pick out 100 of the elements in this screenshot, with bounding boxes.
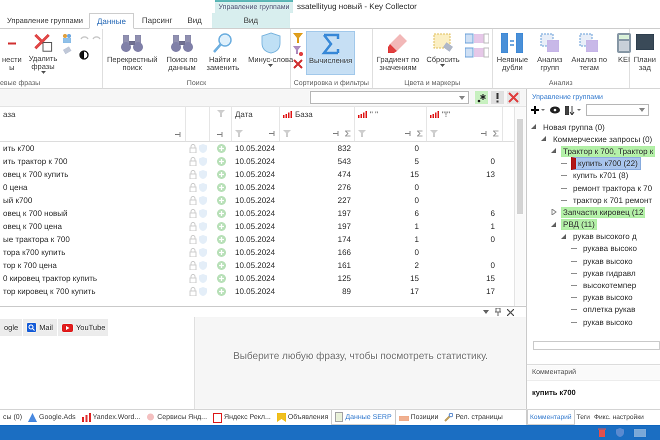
- caret-icon: [639, 108, 645, 112]
- people-icon[interactable]: [62, 33, 72, 43]
- pin-icon[interactable]: [481, 131, 488, 136]
- pin-icon[interactable]: [405, 131, 412, 136]
- collapse-arrow-icon[interactable]: [551, 222, 557, 228]
- filter-combobox[interactable]: [310, 91, 469, 104]
- expand-arrow-icon[interactable]: [551, 209, 557, 216]
- shield-icon[interactable]: [616, 428, 624, 437]
- column-header[interactable]: Дата: [235, 110, 253, 119]
- phrase-cell-text: 0 цена: [2, 183, 28, 192]
- lock-icon[interactable]: [189, 248, 197, 257]
- column-header[interactable]: аза: [3, 110, 16, 119]
- phrase-cell-text: ить к700: [2, 144, 36, 153]
- tree-item[interactable]: ремонт трактора к 70: [571, 182, 654, 194]
- ribbon-tab[interactable]: Вид: [212, 13, 290, 28]
- number-cell-text: 227: [336, 196, 352, 205]
- tree-item[interactable]: рукав высоко: [581, 256, 635, 267]
- date-cell-text: 10.05.2024: [234, 235, 276, 244]
- add-icon[interactable]: [531, 106, 545, 114]
- sort-icon[interactable]: [565, 106, 581, 114]
- number-cell-text: 6: [490, 209, 496, 218]
- tree-item[interactable]: рукава высоко: [581, 243, 639, 254]
- collapse-arrow-icon[interactable]: [531, 124, 537, 130]
- ribbon-tab[interactable]: Данные: [89, 13, 134, 29]
- number-cell-text: 0: [414, 248, 420, 257]
- filter-icon[interactable]: [293, 46, 303, 56]
- lock-icon[interactable]: [189, 144, 197, 153]
- phrase-cell-text: тор кировец к 700 купить: [2, 287, 96, 296]
- date-cell-text: 10.05.2024: [234, 144, 276, 153]
- tree-item[interactable]: рукав высоко: [581, 316, 635, 328]
- squares-icon: [578, 32, 600, 54]
- tree-item[interactable]: купить к700 (22): [571, 157, 641, 170]
- tree-item[interactable]: Новая группа (0): [541, 122, 607, 133]
- lock-icon[interactable]: [189, 235, 197, 244]
- tree-item[interactable]: Коммерческие запросы (0): [551, 134, 654, 145]
- dropdown-icon[interactable]: [483, 310, 489, 314]
- lock-icon[interactable]: [189, 196, 197, 205]
- tree-item[interactable]: РВД (11): [561, 219, 597, 230]
- lock-icon[interactable]: [189, 261, 197, 270]
- number-cell-text: 1: [490, 222, 496, 231]
- number-cell-text: 13: [485, 170, 496, 179]
- close-icon[interactable]: [293, 59, 303, 69]
- regex-button[interactable]: [475, 91, 488, 104]
- pin-icon[interactable]: [495, 308, 501, 316]
- sigma-icon[interactable]: [417, 130, 423, 137]
- tree-item[interactable]: трактор к 701 ремонт: [571, 194, 654, 206]
- lock-icon[interactable]: [189, 222, 197, 231]
- pin-icon[interactable]: [175, 132, 182, 137]
- group-combobox[interactable]: [586, 104, 649, 116]
- date-cell-text: 10.05.2024: [234, 274, 276, 283]
- tree-item[interactable]: Запчасти кировец (12: [561, 206, 646, 218]
- marker-icon: [386, 32, 410, 54]
- pin-icon[interactable]: [217, 132, 224, 137]
- color-picker-icon[interactable]: [464, 47, 489, 58]
- pin-icon[interactable]: [333, 131, 340, 136]
- lock-icon[interactable]: [189, 157, 197, 166]
- filter-icon[interactable]: [293, 33, 303, 43]
- horizontal-scrollbar[interactable]: [533, 341, 660, 350]
- page-icon: [335, 412, 344, 422]
- lock-icon[interactable]: [189, 274, 197, 283]
- tree-item[interactable]: Трактор к 700, Трактор к: [561, 146, 656, 157]
- ribbon-tab[interactable]: Вид: [180, 13, 212, 28]
- sigma-icon[interactable]: [345, 130, 351, 137]
- contrast-icon[interactable]: [79, 50, 90, 60]
- bar-chart-icon: [283, 111, 292, 118]
- tree-item[interactable]: купить к701 (8): [571, 170, 630, 182]
- eraser-icon[interactable]: [62, 46, 72, 56]
- pin-icon[interactable]: [269, 131, 276, 136]
- number-cell-text: 1: [414, 222, 420, 231]
- tree-item[interactable]: рукав гидравл: [581, 268, 638, 279]
- lock-icon[interactable]: [189, 183, 197, 192]
- number-cell-text: 2: [414, 261, 420, 270]
- phrase-cell-text: ые трактора к 700: [2, 235, 71, 244]
- tree-item[interactable]: рукав высоко: [581, 292, 635, 304]
- tree-item[interactable]: оплетка рукав: [581, 304, 638, 316]
- collapse-arrow-icon[interactable]: [551, 148, 557, 154]
- date-cell-text: 10.05.2024: [234, 157, 276, 166]
- squares-icon: [538, 32, 561, 54]
- eye-icon[interactable]: [550, 106, 560, 114]
- delete-icon: [32, 32, 54, 54]
- collapse-arrow-icon[interactable]: [541, 136, 547, 142]
- lock-icon[interactable]: [189, 209, 197, 218]
- tree-item[interactable]: рукав высокого д: [571, 231, 639, 242]
- search-icon: [27, 323, 36, 332]
- tree-item[interactable]: высокотемпер: [581, 280, 638, 292]
- keyboard-icon[interactable]: [634, 428, 646, 436]
- collapse-arrow-icon[interactable]: [561, 234, 567, 240]
- exclamation-button[interactable]: [491, 91, 504, 104]
- column-header[interactable]: "!": [442, 110, 450, 119]
- lock-icon[interactable]: [189, 287, 197, 296]
- trash-icon[interactable]: [598, 428, 606, 437]
- column-header[interactable]: " ": [370, 110, 378, 119]
- close-icon[interactable]: [507, 308, 514, 316]
- column-header[interactable]: База: [295, 110, 313, 119]
- sigma-icon[interactable]: [493, 130, 499, 137]
- ribbon-tab[interactable]: Парсинг: [134, 13, 180, 28]
- color-picker-icon[interactable]: [464, 33, 489, 44]
- vertical-scrollbar[interactable]: [514, 107, 526, 306]
- lock-icon[interactable]: [189, 170, 197, 179]
- phrase-cell-text: овец к 700 цена: [2, 222, 63, 231]
